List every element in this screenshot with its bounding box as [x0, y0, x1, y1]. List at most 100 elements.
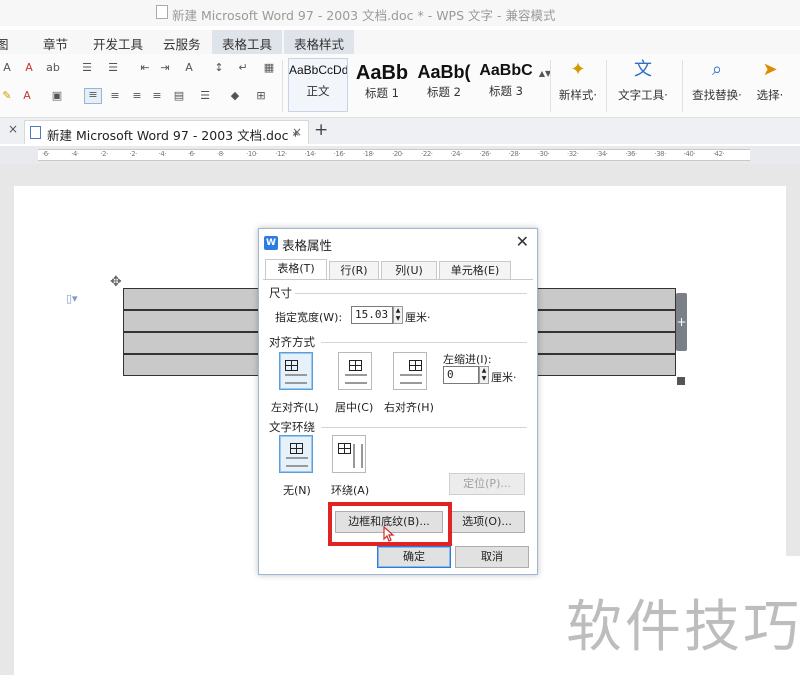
document-tab-bar: × 新建 Microsoft Word 97 - 2003 文档.doc * ×…: [0, 118, 800, 144]
close-icon[interactable]: ×: [8, 122, 18, 136]
ruler-tick-label: ·38·: [654, 150, 667, 158]
justify-icon[interactable]: ≡: [150, 90, 164, 102]
style-heading-2[interactable]: AaBb( 标题 2: [414, 58, 474, 112]
indent-spinner[interactable]: ▲ ▼: [479, 366, 489, 384]
align-right-icon[interactable]: ≡: [130, 90, 144, 102]
borders-icon[interactable]: ⊞: [254, 90, 268, 102]
cursor-arrow-icon: ➤: [762, 59, 778, 80]
indent-input[interactable]: 0: [443, 366, 479, 384]
add-row-handle-icon[interactable]: +: [676, 293, 687, 351]
ribbon-separator: [550, 60, 551, 112]
ruler-tick-label: ·42·: [712, 150, 725, 158]
ruler-tick-label: ·4·: [158, 150, 167, 158]
select-button[interactable]: ➤ 选择·: [750, 58, 790, 103]
style-heading-1[interactable]: AaBb 标题 1: [352, 58, 412, 112]
line-spacing-icon[interactable]: ☰: [198, 90, 212, 102]
clear-format-icon[interactable]: A: [22, 62, 36, 74]
ruler-tick-label: ·26·: [479, 150, 492, 158]
align-center-icon[interactable]: ≡: [108, 90, 122, 102]
table-grid-icon: [409, 360, 422, 371]
ruler-tick-label: ·40·: [683, 150, 696, 158]
table-grid-icon: [338, 443, 351, 454]
sort-icon[interactable]: ↕: [212, 62, 226, 74]
tab-row[interactable]: 行(R): [329, 261, 379, 279]
show-marks-icon[interactable]: ↵: [236, 62, 250, 74]
ok-button[interactable]: 确定: [377, 546, 451, 568]
new-style-label: 新样式·: [558, 88, 598, 102]
new-tab-button[interactable]: +: [314, 120, 328, 140]
ruler-tick-label: ·18·: [362, 150, 375, 158]
indent-icon[interactable]: ⇥: [158, 62, 172, 74]
document-tab-label: 新建 Microsoft Word 97 - 2003 文档.doc *: [47, 128, 299, 143]
new-style-button[interactable]: ✦ 新样式·: [552, 58, 604, 103]
table-grid-icon[interactable]: ▦: [262, 62, 276, 74]
menu-tab-table-style[interactable]: 表格样式: [284, 30, 355, 54]
cancel-button[interactable]: 取消: [455, 546, 529, 568]
style-name: 标题 3: [489, 84, 523, 98]
char-shading-icon[interactable]: ▣: [50, 90, 64, 102]
tab-column[interactable]: 列(U): [381, 261, 437, 279]
ruler-tick-label: ·22·: [421, 150, 433, 158]
magnifier-icon: ⌕: [711, 59, 723, 80]
horizontal-ruler[interactable]: ·6· ·4· ·2· ·2· ·4· ·6· ·8· ·10· ·12· ·14· ·16· ·18…: [38, 149, 750, 161]
find-replace-button[interactable]: ⌕ 查找替换·: [686, 58, 748, 103]
dialog-title: 表格属性: [282, 238, 333, 253]
menu-tab-table-tools[interactable]: 表格工具: [212, 30, 283, 54]
shading-icon[interactable]: ◆: [228, 90, 242, 102]
document-tab[interactable]: 新建 Microsoft Word 97 - 2003 文档.doc * ×: [24, 120, 309, 144]
ribbon-separator: [682, 60, 683, 112]
tab-close-icon[interactable]: ×: [292, 125, 302, 139]
wrap-around-option[interactable]: [332, 435, 366, 473]
table-grid-icon: [290, 443, 303, 454]
indent-unit-select[interactable]: 厘米·: [491, 369, 517, 385]
style-heading-3[interactable]: AaBbC 标题 3: [476, 58, 536, 112]
width-label: 指定宽度(W):: [275, 311, 343, 324]
watermark-text: 软件技巧: [566, 595, 800, 660]
dialog-close-icon[interactable]: ✕: [516, 232, 529, 251]
ruler-tick-label: ·2·: [129, 150, 138, 158]
text-tools-button[interactable]: 文 文字工具·: [612, 58, 674, 103]
width-input[interactable]: 15.03: [351, 306, 393, 324]
ruler-tick-label: ·10·: [246, 150, 258, 158]
ruler-tick-label: ·32·: [567, 150, 579, 158]
options-button[interactable]: 选项(O)...: [449, 511, 525, 533]
menu-tab-partial[interactable]: 图: [0, 34, 9, 53]
paragraph-options-icon[interactable]: ▯▾: [66, 292, 78, 305]
distribute-icon[interactable]: ▤: [172, 90, 186, 102]
font-color-icon[interactable]: A: [20, 90, 34, 102]
ribbon-separator: [606, 60, 607, 112]
font-size-icon[interactable]: A: [0, 62, 14, 74]
phonetic-icon[interactable]: ab: [46, 62, 60, 74]
align-left-icon[interactable]: ≡: [84, 88, 102, 104]
text-direction-icon[interactable]: A: [182, 62, 196, 74]
align-left-option[interactable]: [279, 352, 313, 390]
text-lines-icon: [400, 374, 422, 384]
wrap-around-label: 环绕(A): [331, 484, 370, 497]
ruler-tick-label: ·24·: [450, 150, 462, 158]
tab-table[interactable]: 表格(T): [265, 259, 327, 280]
bullet-list-icon[interactable]: ☰: [80, 62, 94, 74]
menu-tab-chapter[interactable]: 章节: [43, 34, 68, 53]
wrap-none-option[interactable]: [279, 435, 313, 473]
menu-bar: 图 章节 开发工具 云服务 表格工具 表格样式: [0, 30, 800, 54]
menu-tab-developer[interactable]: 开发工具: [93, 34, 143, 53]
size-section-label: 尺寸: [269, 286, 292, 300]
menu-tab-cloud[interactable]: 云服务: [163, 34, 201, 53]
highlight-icon[interactable]: ✎: [0, 90, 14, 102]
new-style-icon: ✦: [570, 59, 586, 80]
align-center-option[interactable]: [338, 352, 372, 390]
number-list-icon[interactable]: ☰: [106, 62, 120, 74]
find-replace-label: 查找替换·: [692, 88, 742, 102]
text-tools-label: 文字工具·: [618, 88, 668, 102]
table-resize-handle-icon[interactable]: [677, 377, 685, 385]
table-move-handle-icon[interactable]: ✥: [110, 274, 122, 290]
align-right-option[interactable]: [393, 352, 427, 390]
outdent-icon[interactable]: ⇤: [138, 62, 152, 74]
style-name: 标题 1: [365, 86, 399, 100]
ruler-tick-label: ·8·: [217, 150, 225, 158]
position-button[interactable]: 定位(P)...: [449, 473, 525, 495]
width-unit-select[interactable]: 厘米·: [405, 309, 431, 325]
style-normal[interactable]: AaBbCcDd 正文: [288, 58, 348, 112]
width-spinner[interactable]: ▲ ▼: [393, 306, 403, 324]
tab-cell[interactable]: 单元格(E): [439, 261, 511, 279]
